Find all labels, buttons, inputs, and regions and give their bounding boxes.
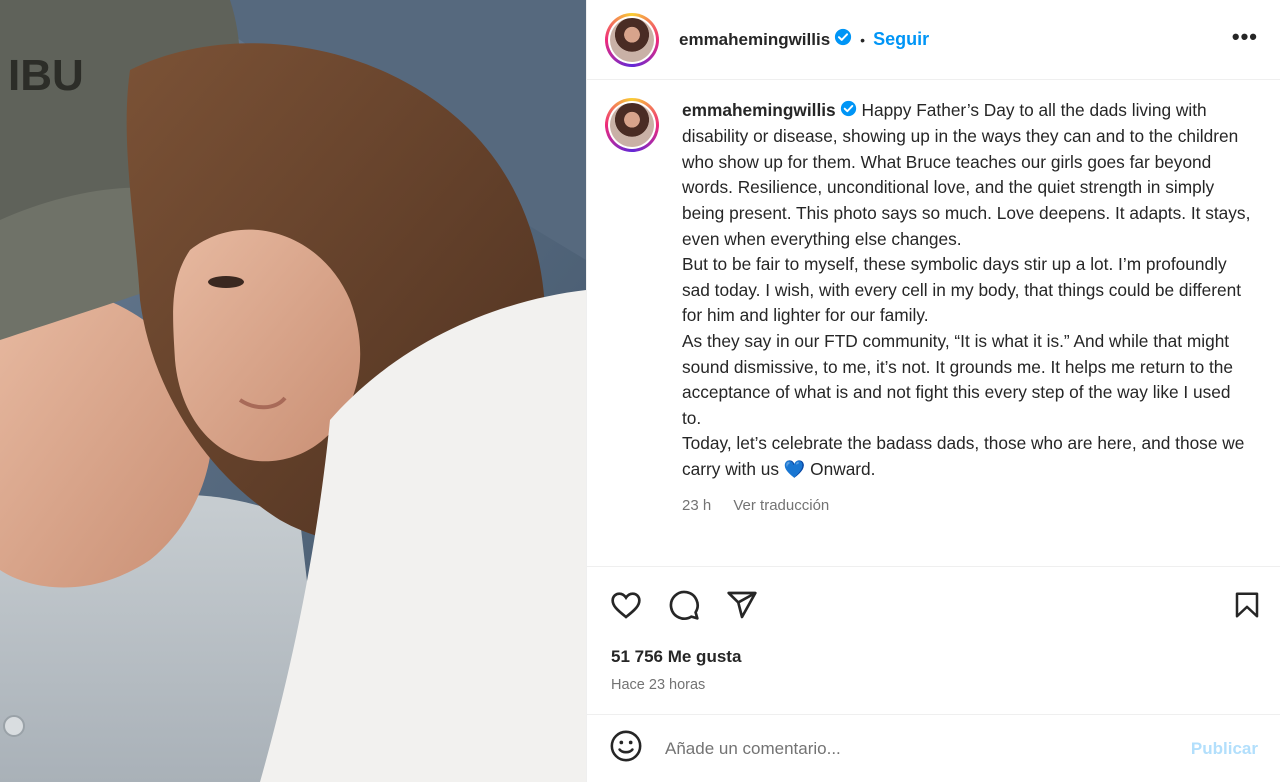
share-icon[interactable]: [725, 589, 759, 626]
caption-text: emmahemingwillis Happy Father’s Day to a…: [682, 98, 1252, 518]
caption-paragraph-1: Happy Father’s Day to all the dads livin…: [682, 100, 1251, 249]
comment-bar: Añade un comentario... Publicar: [587, 714, 1280, 782]
blue-heart-emoji: 💙: [783, 458, 806, 479]
caption-paragraph-5: Onward.: [810, 458, 876, 479]
bookmark-icon[interactable]: [1232, 589, 1262, 626]
caption-paragraph-4-text: Today, let’s celebrate the badass dads, …: [682, 433, 1245, 479]
translate-link[interactable]: Ver traducción: [733, 497, 829, 514]
follow-button[interactable]: Seguir: [873, 29, 929, 50]
action-bar: [587, 567, 1280, 643]
emoji-icon[interactable]: [609, 729, 643, 768]
publish-button[interactable]: Publicar: [1191, 739, 1258, 759]
caption-paragraph-3: As they say in our FTD community, “It is…: [682, 330, 1234, 428]
heart-icon[interactable]: [609, 589, 643, 626]
likes-count[interactable]: 51 756 Me gusta: [611, 647, 741, 667]
actions-section: 51 756 Me gusta Hace 23 horas: [587, 566, 1280, 693]
comment-input[interactable]: Añade un comentario...: [665, 739, 1191, 759]
verified-icon: [834, 28, 852, 51]
post-header: emmahemingwillis • Seguir •••: [587, 0, 1280, 80]
caption-meta: 23 h Ver traducción: [682, 493, 1252, 519]
caption-paragraph-4: Today, let’s celebrate the badass dads, …: [682, 431, 1252, 482]
instagram-post: IBU emmahemingwillis • Seguir ••• emmahe…: [0, 0, 1280, 782]
post-side-panel: emmahemingwillis • Seguir ••• emmaheming…: [586, 0, 1280, 782]
post-photo[interactable]: IBU: [0, 0, 586, 782]
more-icon[interactable]: •••: [1232, 24, 1258, 50]
caption-avatar[interactable]: [605, 98, 659, 152]
separator-dot: •: [860, 31, 866, 48]
header-username[interactable]: emmahemingwillis: [679, 30, 830, 50]
avatar-image: [610, 17, 654, 62]
caption-paragraph: emmahemingwillis Happy Father’s Day to a…: [682, 98, 1252, 252]
avatar[interactable]: [605, 12, 659, 67]
photo-illustration: IBU: [0, 0, 586, 782]
time-ago[interactable]: 23 h: [682, 497, 711, 514]
caption: emmahemingwillis Happy Father’s Day to a…: [605, 98, 1262, 518]
verified-icon: [840, 99, 857, 125]
caption-paragraph-2: But to be fair to myself, these symbolic…: [682, 254, 1242, 326]
cap-logo: IBU: [8, 51, 84, 100]
posted-time[interactable]: Hace 23 horas: [611, 677, 705, 693]
caption-username[interactable]: emmahemingwillis: [682, 100, 836, 120]
comment-icon[interactable]: [667, 589, 701, 626]
avatar-image: [610, 103, 654, 147]
